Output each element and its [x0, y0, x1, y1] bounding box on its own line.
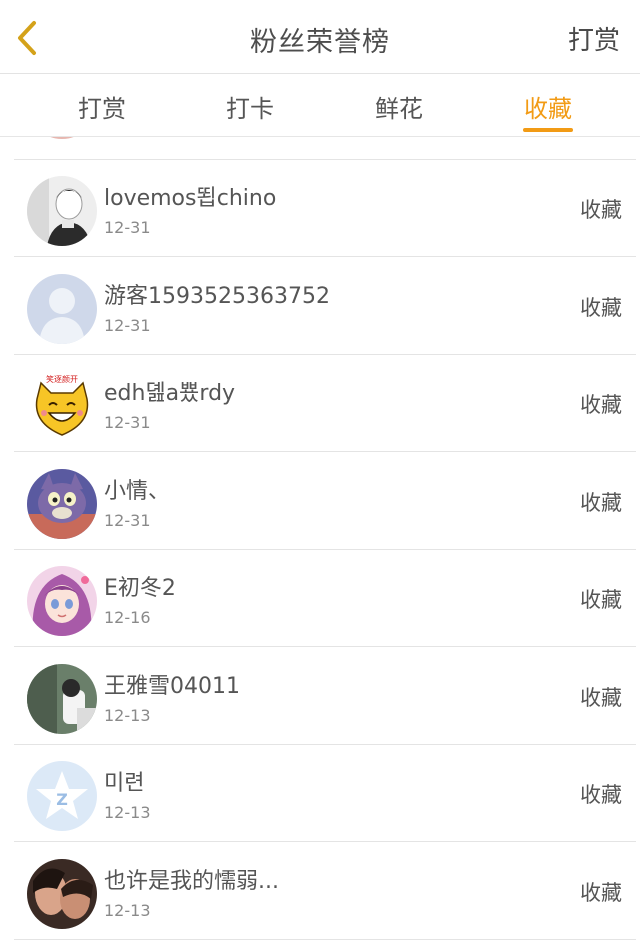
tab-bar: 打赏 打卡 鲜花 收藏	[0, 75, 640, 137]
avatar: Z	[27, 761, 97, 831]
favorite-label: 收藏	[580, 588, 622, 612]
page-title: 粉丝荣誉榜	[250, 27, 390, 58]
list-item[interactable]: 小情、 12-31 收藏	[14, 453, 636, 550]
list-item[interactable]: lovemos뙵chino 12-31 收藏	[14, 160, 636, 257]
favorite-label: 收藏	[580, 198, 622, 222]
active-tab-indicator	[523, 128, 573, 132]
list-item-partial	[14, 137, 636, 160]
avatar: 笑逐颜开	[27, 371, 97, 441]
favorite-date: 12-31	[104, 511, 151, 530]
list-item[interactable]: Z 미련 12-13 收藏	[14, 745, 636, 842]
user-name: 游客1593525363752	[104, 284, 330, 309]
favorite-date: 12-13	[104, 901, 151, 920]
favorite-label: 收藏	[580, 296, 622, 320]
favorite-date: 12-13	[104, 706, 151, 725]
avatar	[27, 274, 97, 344]
avatar	[27, 859, 97, 929]
favorite-label: 收藏	[580, 491, 622, 515]
top-bar: 粉丝荣誉榜 打赏	[0, 0, 640, 74]
list-item[interactable]: 游客1593525363752 12-31 收藏	[14, 258, 636, 355]
avatar	[27, 664, 97, 734]
list-item[interactable]: 也许是我的懦弱... 12-13 收藏	[14, 843, 636, 940]
svg-text:Z: Z	[56, 790, 68, 809]
user-name: E初冬2	[104, 576, 176, 601]
tab-reward[interactable]: 打赏	[47, 89, 157, 124]
avatar	[27, 137, 97, 139]
user-name: edh뎶a뿄rdy	[104, 381, 236, 406]
favorite-date: 12-31	[104, 316, 151, 335]
avatar	[27, 566, 97, 636]
user-name: 小情、	[104, 479, 171, 504]
avatar	[27, 176, 97, 246]
reward-button[interactable]: 打赏	[568, 20, 620, 57]
favorite-date: 12-13	[104, 803, 151, 822]
list-item[interactable]: E初冬2 12-16 收藏	[14, 550, 636, 647]
favorite-date: 12-31	[104, 218, 151, 237]
favorite-date: 12-16	[104, 608, 151, 627]
tab-flowers[interactable]: 鲜花	[344, 89, 454, 124]
favorite-label: 收藏	[580, 783, 622, 807]
avatar	[27, 469, 97, 539]
user-name: 王雅雪04011	[104, 674, 240, 699]
favorite-label: 收藏	[580, 686, 622, 710]
list-item[interactable]: 笑逐颜开 edh뎶a뿄rdy 12-31 收藏	[14, 355, 636, 452]
list-item[interactable]: 王雅雪04011 12-13 收藏	[14, 648, 636, 745]
favorite-label: 收藏	[580, 393, 622, 417]
user-name: lovemos뙵chino	[104, 186, 277, 211]
favorite-date: 12-31	[104, 413, 151, 432]
user-name: 미련	[104, 771, 145, 796]
fan-list[interactable]: lovemos뙵chino 12-31 收藏 游客1593525363752 1…	[0, 137, 640, 945]
favorite-label: 收藏	[580, 881, 622, 905]
tab-checkin[interactable]: 打卡	[195, 89, 305, 124]
user-name: 也许是我的懦弱...	[104, 869, 279, 894]
tab-favorites[interactable]: 收藏	[493, 89, 603, 124]
svg-text:笑逐颜开: 笑逐颜开	[46, 374, 78, 384]
